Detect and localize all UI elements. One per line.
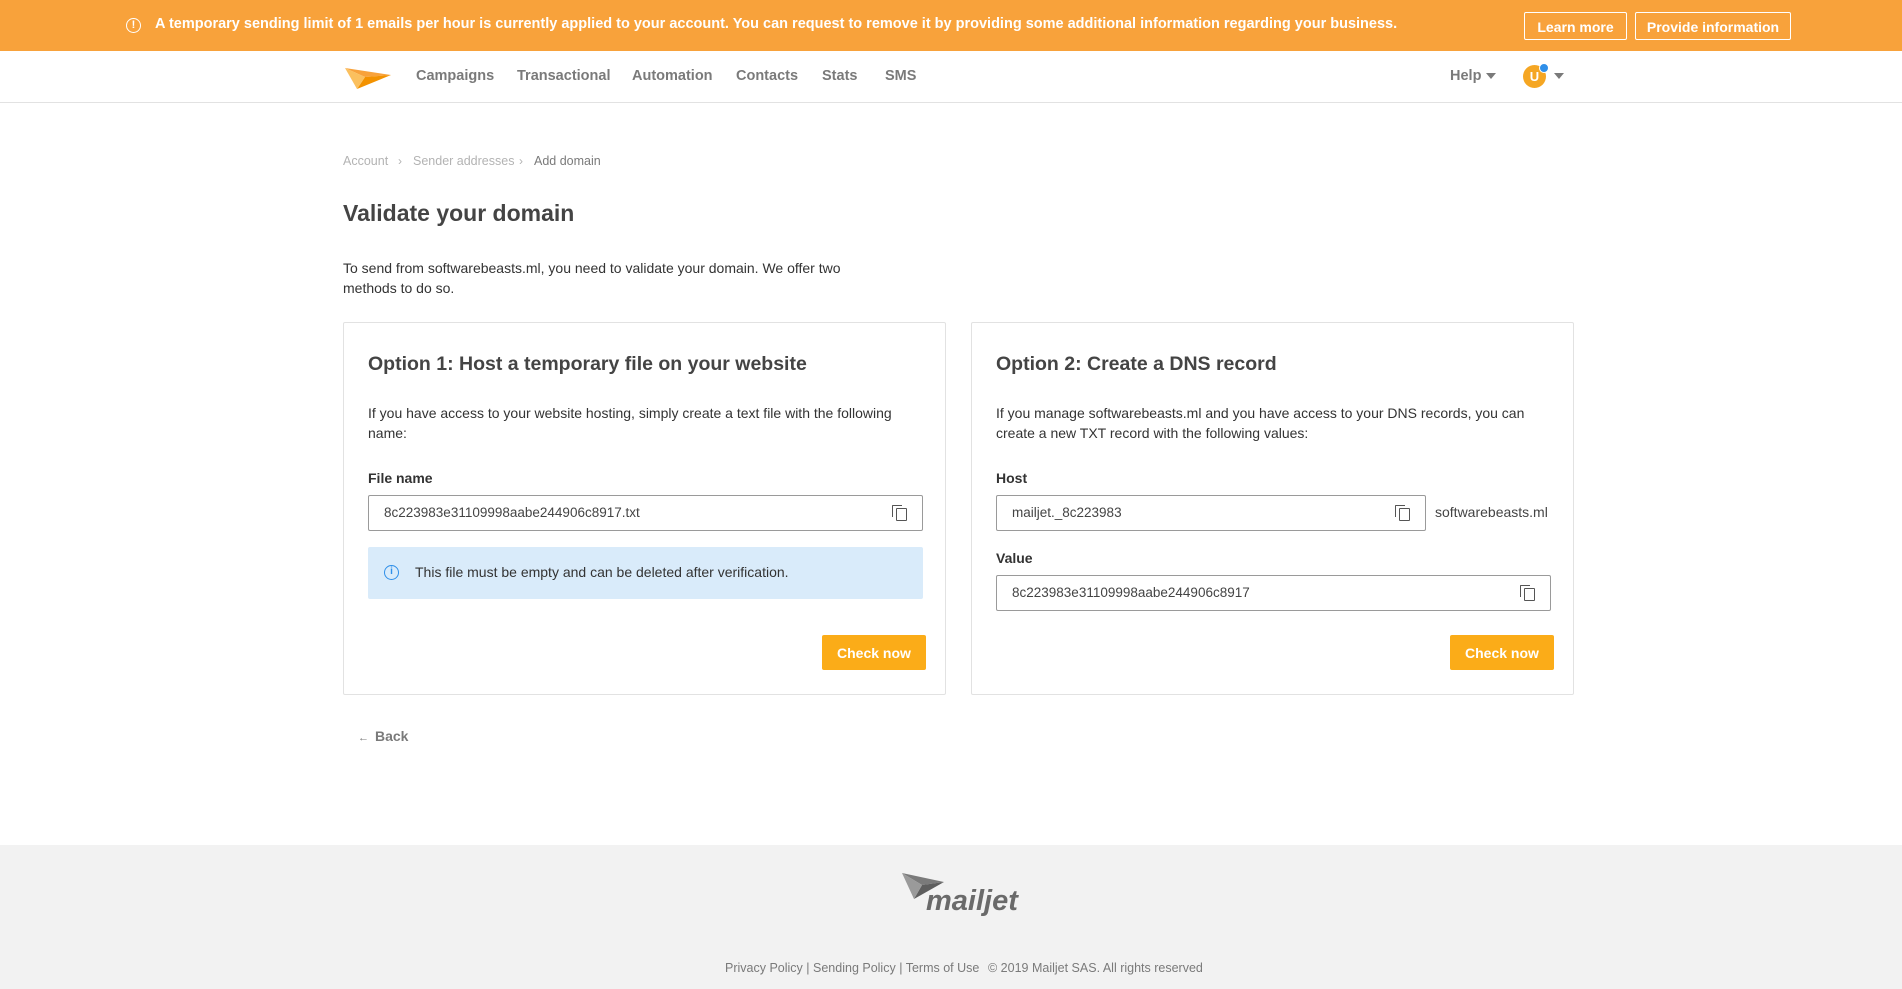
- account-menu-chevron-icon[interactable]: [1554, 73, 1564, 79]
- back-label: Back: [375, 728, 409, 744]
- privacy-policy-link[interactable]: Privacy Policy: [725, 961, 803, 975]
- nav-automation[interactable]: Automation: [632, 68, 713, 84]
- check-now-button-option-2[interactable]: Check now: [1450, 635, 1554, 670]
- footer-links: Privacy Policy | Sending Policy | Terms …: [725, 961, 979, 975]
- breadcrumb-chevron-icon: ›: [398, 154, 402, 168]
- mailjet-wordmark-icon: mailjet: [902, 873, 1019, 917]
- breadcrumb-add-domain: Add domain: [534, 154, 601, 168]
- option-1-description: If you have access to your website hosti…: [368, 405, 892, 441]
- page-title: Validate your domain: [343, 200, 575, 226]
- option-1-card: Option 1: Host a temporary file on your …: [343, 322, 946, 695]
- nav-transactional[interactable]: Transactional: [517, 68, 610, 84]
- help-label: Help: [1450, 68, 1482, 84]
- option-2-card: Option 2: Create a DNS record If you man…: [971, 322, 1574, 695]
- provide-information-button[interactable]: Provide information: [1635, 12, 1791, 40]
- option-1-title: Option 1: Host a temporary file on your …: [368, 353, 807, 375]
- back-arrow-icon: ←: [358, 732, 369, 744]
- footer-separator: |: [899, 961, 903, 975]
- notification-dot: [1539, 63, 1549, 73]
- file-name-label: File name: [368, 470, 433, 486]
- host-domain-suffix: softwarebeasts.ml: [1435, 504, 1548, 520]
- option-2-title: Option 2: Create a DNS record: [996, 353, 1277, 375]
- copy-icon[interactable]: [891, 505, 907, 523]
- back-link[interactable]: ← Back: [358, 728, 408, 744]
- file-name-value[interactable]: 8c223983e31109998aabe244906c8917.txt: [384, 505, 640, 520]
- sending-limit-alert: ! A temporary sending limit of 1 emails …: [0, 0, 1902, 51]
- footer-separator: |: [806, 961, 810, 975]
- footer-logo-text: mailjet: [926, 885, 1019, 917]
- file-name-field[interactable]: 8c223983e31109998aabe244906c8917.txt: [368, 495, 923, 531]
- host-value[interactable]: mailjet._8c223983: [1012, 505, 1122, 520]
- mailjet-logo-icon[interactable]: [345, 64, 391, 95]
- alert-message: A temporary sending limit of 1 emails pe…: [155, 16, 1398, 32]
- breadcrumb-chevron-icon: ›: [519, 154, 523, 168]
- host-field[interactable]: mailjet._8c223983: [996, 495, 1426, 531]
- footer-copyright: © 2019 Mailjet SAS. All rights reserved: [988, 961, 1203, 975]
- breadcrumb-account[interactable]: Account: [343, 154, 388, 168]
- info-icon: i: [384, 565, 399, 580]
- value-label: Value: [996, 550, 1033, 566]
- nav-sms[interactable]: SMS: [885, 68, 916, 84]
- value-value[interactable]: 8c223983e31109998aabe244906c8917: [1012, 585, 1250, 600]
- file-info-notice: i This file must be empty and can be del…: [368, 547, 923, 599]
- top-navigation: Campaigns Transactional Automation Conta…: [0, 51, 1902, 103]
- option-2-description: If you manage softwarebeasts.ml and you …: [996, 405, 1525, 441]
- copy-icon[interactable]: [1394, 505, 1410, 523]
- nav-stats[interactable]: Stats: [822, 68, 857, 84]
- footer: mailjet Privacy Policy | Sending Policy …: [0, 845, 1902, 989]
- file-info-text: This file must be empty and can be delet…: [415, 564, 789, 580]
- learn-more-button[interactable]: Learn more: [1524, 12, 1627, 40]
- breadcrumb-sender-addresses[interactable]: Sender addresses: [413, 154, 514, 168]
- warning-icon: !: [126, 18, 141, 33]
- chevron-down-icon: [1486, 73, 1497, 80]
- check-now-button-option-1[interactable]: Check now: [822, 635, 926, 670]
- nav-contacts[interactable]: Contacts: [736, 68, 798, 84]
- sending-policy-link[interactable]: Sending Policy: [813, 961, 896, 975]
- mailjet-footer-logo: mailjet: [900, 870, 1020, 925]
- nav-campaigns[interactable]: Campaigns: [416, 68, 494, 84]
- value-field[interactable]: 8c223983e31109998aabe244906c8917: [996, 575, 1551, 611]
- help-menu[interactable]: Help: [1450, 68, 1497, 84]
- terms-of-use-link[interactable]: Terms of Use: [906, 961, 980, 975]
- copy-icon[interactable]: [1519, 585, 1535, 603]
- host-label: Host: [996, 470, 1028, 486]
- page-intro: To send from softwarebeasts.ml, you need…: [343, 260, 841, 296]
